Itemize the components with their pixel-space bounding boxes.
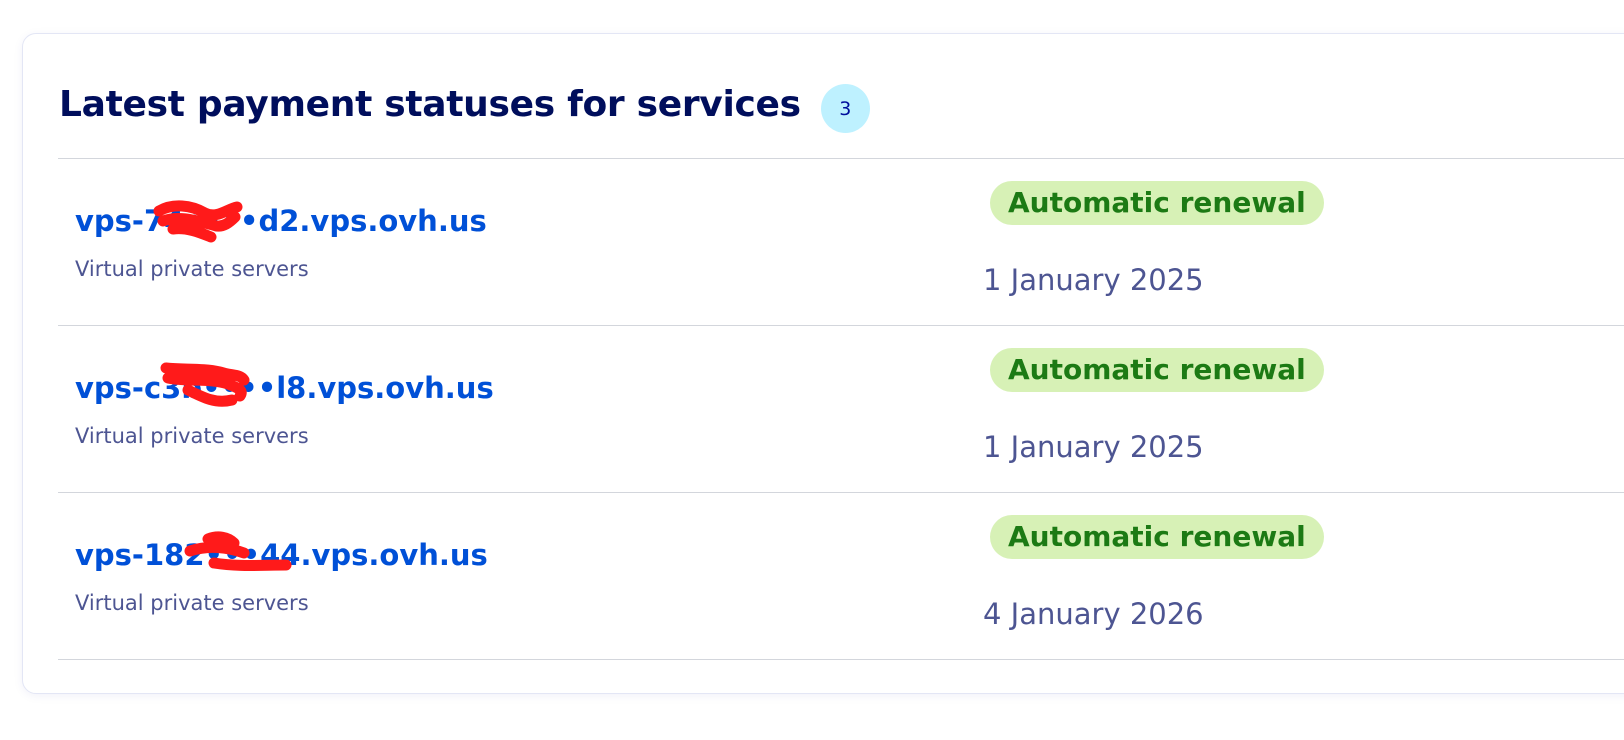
service-type: Virtual private servers	[75, 424, 309, 448]
divider	[58, 659, 1624, 660]
service-row: vps-c3b••••l8.vps.ovh.us Virtual private…	[58, 326, 1624, 492]
service-name-link[interactable]: vps-74••••d2.vps.ovh.us	[75, 201, 487, 241]
card-header: Latest payment statuses for services 3	[59, 76, 870, 133]
service-type: Virtual private servers	[75, 591, 309, 615]
status-badge: Automatic renewal	[990, 348, 1324, 392]
count-badge: 3	[820, 84, 870, 133]
status-badge: Automatic renewal	[990, 515, 1324, 559]
renewal-date: 4 January 2026	[983, 597, 1204, 631]
renewal-date: 1 January 2025	[983, 263, 1204, 297]
service-row: vps-74••••d2.vps.ovh.us Virtual private …	[58, 159, 1624, 325]
service-type: Virtual private servers	[75, 257, 309, 281]
payment-status-card: Latest payment statuses for services 3 v…	[22, 33, 1624, 694]
card-title: Latest payment statuses for services	[59, 83, 801, 125]
service-name-link[interactable]: vps-182•••44.vps.ovh.us	[75, 535, 488, 575]
status-badge: Automatic renewal	[990, 181, 1324, 225]
renewal-date: 1 January 2025	[983, 430, 1204, 464]
service-name-link[interactable]: vps-c3b••••l8.vps.ovh.us	[75, 368, 494, 408]
service-row: vps-182•••44.vps.ovh.us Virtual private …	[58, 493, 1624, 659]
